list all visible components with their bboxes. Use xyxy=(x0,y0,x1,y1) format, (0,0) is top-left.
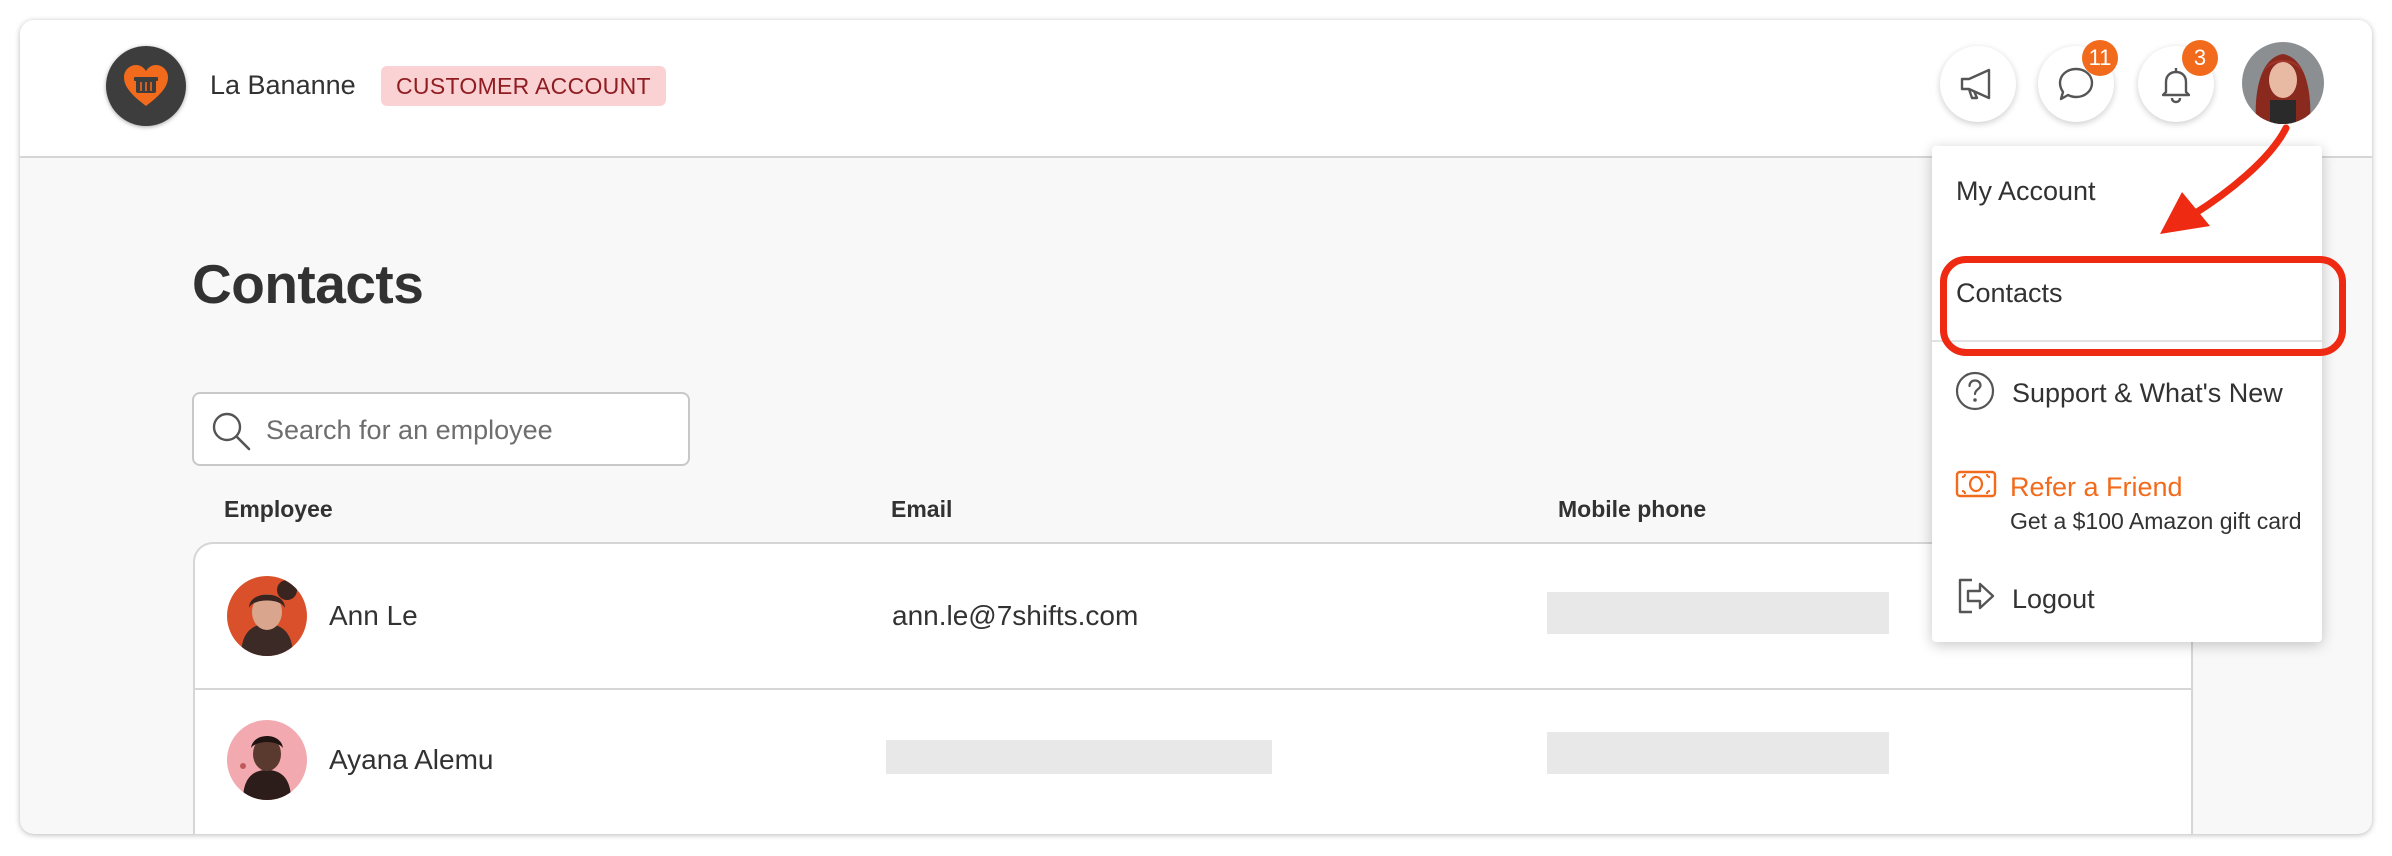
messages-button[interactable]: 11 xyxy=(2038,40,2118,122)
announcements-button[interactable] xyxy=(1940,46,2016,122)
question-circle-icon xyxy=(1955,371,1995,411)
menu-item-label: My Account xyxy=(1956,176,2096,206)
refer-a-friend-sublabel: Get a $100 Amazon gift card xyxy=(2010,508,2302,534)
logout-icon xyxy=(1958,578,1995,614)
account-type-badge: CUSTOMER ACCOUNT xyxy=(381,66,666,106)
contacts-highlight-annotation xyxy=(1940,256,2346,356)
phone-redacted xyxy=(1547,732,1889,774)
employee-name: Ann Le xyxy=(329,600,418,631)
employee-email[interactable]: ann.le@7shifts.com xyxy=(892,600,1138,632)
email-redacted xyxy=(886,740,1272,774)
menu-item-support[interactable]: Support & What's New xyxy=(1932,342,2322,438)
menu-item-logout[interactable]: Logout xyxy=(1932,548,2322,642)
notifications-count-badge: 3 xyxy=(2182,40,2218,76)
phone-redacted xyxy=(1547,592,1889,634)
column-header-mobile-phone[interactable]: Mobile phone xyxy=(1558,496,1706,523)
user-avatar[interactable] xyxy=(2242,42,2324,124)
app-window: La Bananne CUSTOMER ACCOUNT 11 3 Contact… xyxy=(20,20,2372,834)
page-title: Contacts xyxy=(192,253,424,315)
avatar xyxy=(227,720,307,800)
menu-item-label: Support & What's New xyxy=(2012,378,2283,408)
contacts-table: Ann Le ann.le@7shifts.com Ayana Alemu xyxy=(193,542,2193,834)
top-bar: La Bananne CUSTOMER ACCOUNT 11 3 xyxy=(20,20,2372,158)
column-header-email[interactable]: Email xyxy=(891,496,952,523)
heart-basket-logo-icon[interactable] xyxy=(106,46,186,126)
search-input[interactable] xyxy=(264,394,678,466)
megaphone-icon xyxy=(1960,68,1991,100)
search-field[interactable] xyxy=(192,392,690,466)
column-header-employee[interactable]: Employee xyxy=(224,496,333,523)
employee-name: Ayana Alemu xyxy=(329,744,494,775)
banknote-icon xyxy=(1955,470,1997,498)
refer-a-friend-label: Refer a Friend xyxy=(2010,472,2183,502)
notifications-button[interactable]: 3 xyxy=(2138,40,2218,122)
search-icon xyxy=(212,412,251,451)
avatar xyxy=(227,576,307,656)
location-name[interactable]: La Bananne xyxy=(210,70,356,101)
account-dropdown-menu: My Account Contacts Support & What's New… xyxy=(1932,146,2322,642)
menu-item-my-account[interactable]: My Account xyxy=(1932,146,2322,242)
menu-item-label: Logout xyxy=(2012,584,2095,614)
row-divider xyxy=(195,688,2191,690)
messages-count-badge: 11 xyxy=(2082,40,2118,76)
